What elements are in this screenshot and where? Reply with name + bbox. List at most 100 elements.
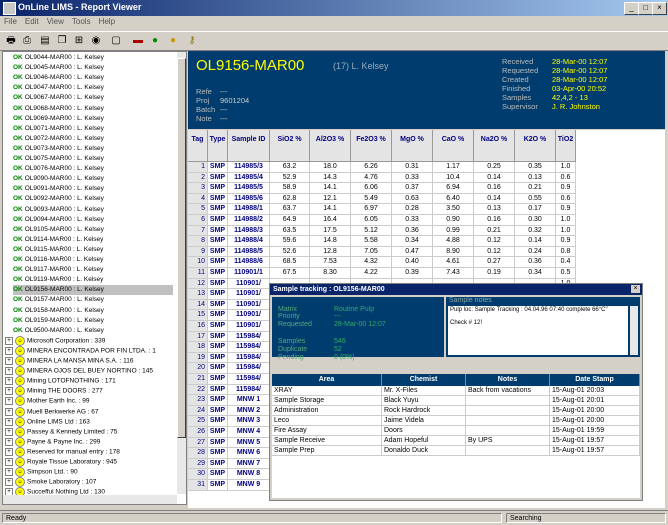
grid-cell[interactable]: 0.30 [515, 215, 556, 226]
grid-cell[interactable]: 0.9 [556, 204, 576, 215]
close-button[interactable]: × [652, 2, 667, 15]
grid-cell[interactable]: 5.58 [351, 236, 392, 247]
grid-cell[interactable]: 110901/ [228, 278, 270, 290]
grid-cell[interactable]: 63.2 [270, 162, 310, 173]
grid-cell[interactable]: 14.8 [310, 236, 351, 247]
grid-cell[interactable]: 0.13 [515, 172, 556, 184]
tracking-column-header[interactable]: Chemist [382, 374, 466, 386]
tree-icon[interactable]: ⊞ [72, 34, 86, 47]
grid-column-header[interactable]: SiO2 % [270, 130, 310, 162]
grid-cell[interactable]: SMP [208, 416, 228, 427]
expand-icon[interactable]: + [5, 357, 13, 365]
grid-cell[interactable]: 6.97 [351, 204, 392, 215]
grid-cell[interactable]: 115984/ [228, 374, 270, 385]
grid-cell[interactable]: 19 [188, 352, 208, 364]
tree-item[interactable]: OK OL9158-MAR00 : L. Kelsey [13, 306, 173, 316]
grid-cell[interactable]: 115984/ [228, 384, 270, 396]
tree-horizontal-scrollbar[interactable] [3, 495, 177, 504]
grid-cell[interactable]: 0.6 [556, 172, 576, 184]
grid-cell[interactable]: 0.9 [556, 183, 576, 194]
grid-cell[interactable]: MNW 5 [228, 437, 270, 449]
grid-cell[interactable]: 8 [188, 236, 208, 247]
tree-group[interactable]: + ☺ MINERA ENCONTRADA POR FIN LTDA. : 1 [5, 345, 175, 356]
grid-cell[interactable]: 0.31 [392, 162, 433, 173]
grid-cell[interactable]: MNW 2 [228, 405, 270, 417]
grid-cell[interactable]: 114988/1 [228, 204, 270, 215]
grid-cell[interactable]: SMP [208, 405, 228, 417]
grid-cell[interactable]: 52.9 [270, 172, 310, 184]
expand-icon[interactable]: + [5, 387, 13, 396]
grid-cell[interactable]: 114988/6 [228, 257, 270, 268]
grid-cell[interactable]: MNW 8 [228, 469, 270, 480]
grid-cell[interactable]: 16 [188, 321, 208, 332]
grid-cell[interactable]: 0.36 [392, 225, 433, 237]
tracking-column-header[interactable]: Notes [466, 374, 550, 386]
grid-cell[interactable]: 30 [188, 469, 208, 480]
tree-item[interactable]: OK OL9069-MAR00 : L. Kelsey [13, 114, 173, 124]
grid-cell[interactable]: SMP [208, 342, 228, 353]
grid-cell[interactable]: 3.50 [433, 204, 474, 215]
tree-item[interactable]: OK OL9072-MAR00 : L. Kelsey [13, 134, 173, 144]
grid-cell[interactable]: 0.47 [392, 246, 433, 258]
tree-group[interactable]: + ☺ Payne & Payne Inc. : 299 [5, 436, 175, 447]
tree-item[interactable]: OK OL9047-MAR00 : L. Kelsey [13, 83, 173, 93]
tree-group[interactable]: + ☺ Mother Earth Inc. : 99 [5, 396, 175, 407]
grid-cell[interactable]: 4.32 [351, 257, 392, 268]
grid-cell[interactable]: 24 [188, 405, 208, 417]
grid-cell[interactable]: 0.12 [474, 236, 515, 247]
grid-cell[interactable]: 4.88 [433, 236, 474, 247]
grid-cell[interactable]: 0.35 [515, 162, 556, 173]
grid-cell[interactable]: 12 [188, 278, 208, 290]
grid-cell[interactable]: 59.6 [270, 236, 310, 247]
print-icon[interactable]: ⎙ [20, 34, 34, 47]
tracking-cell[interactable]: 15-Aug-01 20:00 [550, 406, 640, 416]
grid-cell[interactable]: 0.55 [515, 193, 556, 205]
grid-cell[interactable]: 7.53 [310, 257, 351, 268]
copy-icon[interactable]: ❐ [55, 34, 69, 47]
grid-cell[interactable]: SMP [208, 480, 228, 491]
grid-cell[interactable]: 12.1 [310, 193, 351, 205]
tree-group[interactable]: + ☺ Smoke Laboratory : 107 [5, 477, 175, 488]
tracking-cell[interactable]: Back from vacations [466, 386, 550, 396]
grid-cell[interactable]: 110901/ [228, 289, 270, 300]
grid-cell[interactable]: 13 [188, 289, 208, 300]
grid-cell[interactable]: 0.16 [474, 183, 515, 194]
tracking-cell[interactable]: 15-Aug-01 19:57 [550, 446, 640, 456]
tracking-cell[interactable]: XRAY [272, 386, 382, 396]
tree-item[interactable]: OK OL9092-MAR00 : L. Kelsey [13, 194, 173, 204]
grid-cell[interactable]: 115984/ [228, 342, 270, 353]
tracking-cell[interactable]: 15-Aug-01 19:59 [550, 426, 640, 436]
grid-column-header[interactable]: CaO % [433, 130, 474, 162]
grid-cell[interactable]: 114985/5 [228, 183, 270, 194]
grid-cell[interactable]: 25 [188, 416, 208, 427]
grid-cell[interactable]: 114988/2 [228, 215, 270, 226]
minimize-button[interactable]: _ [624, 2, 639, 15]
grid-cell[interactable]: SMP [208, 437, 228, 449]
grid-cell[interactable]: 63.5 [270, 225, 310, 237]
grid-cell[interactable]: 0.37 [392, 183, 433, 194]
grid-cell[interactable]: SMP [208, 278, 228, 290]
grid-cell[interactable]: 20 [188, 363, 208, 374]
tree-group[interactable]: + ☺ Passey & Kennedy Limited : 75 [5, 426, 175, 437]
grid-cell[interactable]: 14.3 [310, 172, 351, 184]
tree-group[interactable]: + ☺ Muell Berkwerke AG : 67 [5, 406, 175, 417]
expand-icon[interactable]: + [5, 427, 13, 436]
tracking-cell[interactable]: Mr. X-Files [382, 386, 466, 396]
grid-cell[interactable]: 17.5 [310, 225, 351, 237]
tracking-cell[interactable] [466, 406, 550, 416]
tree-group[interactable]: + ☺ MINERA OJOS DEL BUEY NORTINO : 145 [5, 366, 175, 377]
grid-cell[interactable]: 14.1 [310, 204, 351, 215]
tracking-table[interactable]: Area Chemist Notes Date Stamp XRAY Mr. X-File… [272, 374, 640, 498]
grid-cell[interactable]: 0.4 [556, 257, 576, 268]
grid-cell[interactable]: 29 [188, 458, 208, 470]
grid-cell[interactable]: 5.49 [351, 193, 392, 205]
grid-cell[interactable]: SMP [208, 246, 228, 258]
grid-cell[interactable]: 0.28 [392, 204, 433, 215]
grid-cell[interactable]: 52.6 [270, 246, 310, 258]
grid-cell[interactable]: MNW 4 [228, 427, 270, 438]
grid-cell[interactable]: SMP [208, 289, 228, 300]
grid-cell[interactable]: SMP [208, 363, 228, 374]
find-icon[interactable]: ◉ [89, 34, 103, 47]
grid-cell[interactable]: 114985/6 [228, 193, 270, 205]
grid-cell[interactable]: 0.25 [474, 162, 515, 173]
